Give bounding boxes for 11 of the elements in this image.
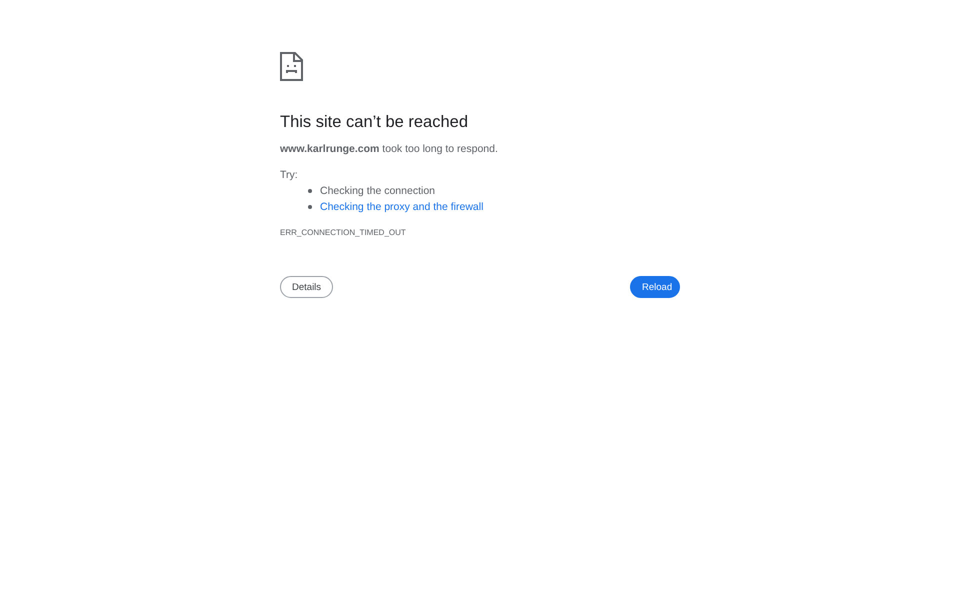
error-message: www.karlrunge.com took too long to respond. xyxy=(280,142,498,156)
reload-button[interactable]: Reload xyxy=(630,276,680,298)
details-button[interactable]: Details xyxy=(280,276,334,298)
sad-page-icon xyxy=(280,52,303,81)
bullet-icon xyxy=(308,205,312,209)
error-title: This site can’t be reached xyxy=(280,112,468,132)
proxy-firewall-link[interactable]: Checking the proxy and the firewall xyxy=(320,200,484,214)
suggestion-text: Checking the connection xyxy=(320,184,435,198)
error-code: ERR_CONNECTION_TIMED_OUT xyxy=(280,228,406,238)
suggestions-heading: Try: xyxy=(280,168,298,182)
bullet-icon xyxy=(308,189,312,193)
